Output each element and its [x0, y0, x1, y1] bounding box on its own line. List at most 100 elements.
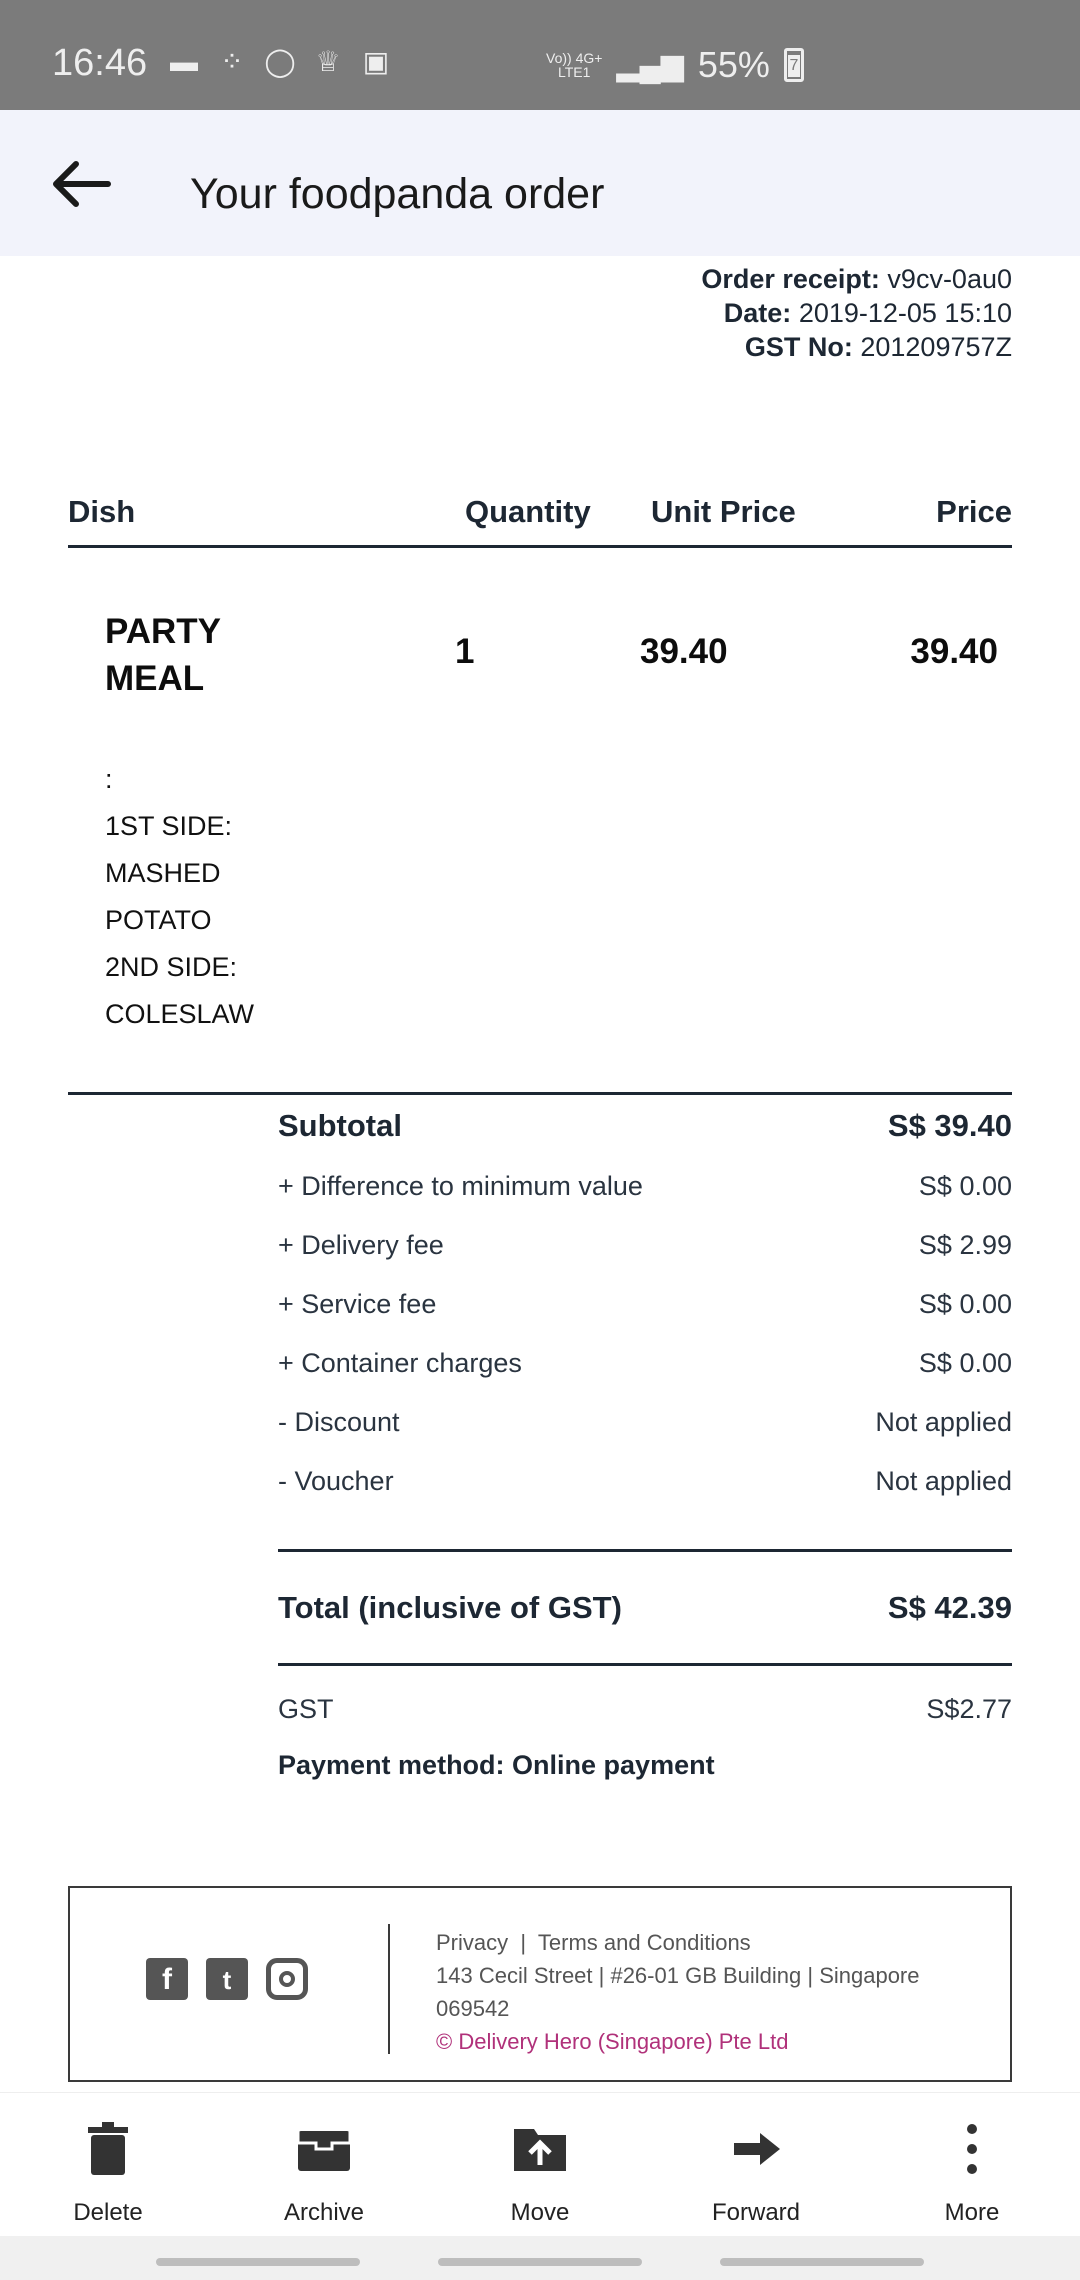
gallery-icon: ▣	[362, 46, 390, 77]
forward-button[interactable]: Forward	[648, 2093, 864, 2237]
facebook-icon[interactable]: f	[146, 1958, 188, 2000]
archive-button[interactable]: Archive	[216, 2093, 432, 2237]
nav-handle[interactable]	[156, 2258, 360, 2266]
twitter-icon[interactable]: t	[206, 1958, 248, 2000]
summary-row: + Difference to minimum value S$ 0.00	[278, 1171, 1012, 1202]
page-title: Your foodpanda order	[190, 170, 605, 218]
option-line: MASHED	[105, 858, 221, 888]
terms-link[interactable]: Terms and Conditions	[538, 1930, 751, 1955]
table-header: Dish Quantity Unit Price Price	[68, 494, 1012, 548]
app-bar: Your foodpanda order	[0, 110, 1080, 256]
gst-label: GST	[278, 1694, 334, 1724]
bottom-action-bar: Delete Archive Move Forward More	[0, 2092, 1080, 2236]
archive-icon	[296, 2131, 352, 2171]
payment-method: Payment method: Online payment	[278, 1750, 715, 1780]
status-time: 16:46	[52, 42, 148, 84]
battery-icon	[783, 48, 804, 82]
items-divider	[68, 1092, 1012, 1095]
forward-label: Forward	[711, 2199, 801, 2226]
network-label: Vo)) 4G+ LTE1	[546, 51, 602, 79]
option-line: :	[105, 764, 113, 794]
summary-label: - Voucher	[278, 1466, 394, 1496]
gst-number-label: GST No:	[744, 332, 853, 362]
footer-copyright: © Delivery Hero (Singapore) Pte Ltd	[436, 2029, 789, 2054]
order-receipt-line: Order receipt: v9cv-0au0	[701, 262, 1012, 296]
message-icon: ▬	[170, 46, 198, 77]
summary-row: + Container charges S$ 0.00	[278, 1348, 1012, 1379]
gst-number-line: GST No: 201209757Z	[701, 330, 1012, 364]
summary-label: + Difference to minimum value	[278, 1171, 643, 1201]
summary-row: + Delivery fee S$ 2.99	[278, 1230, 1012, 1261]
summary-value: Not applied	[875, 1407, 1012, 1437]
header-price: Price	[936, 494, 1012, 529]
network-top: Vo)) 4G+	[546, 50, 603, 66]
date-value: 2019-12-05 15:10	[798, 298, 1012, 328]
nav-handle[interactable]	[438, 2258, 642, 2266]
total-bottom-divider	[278, 1663, 1012, 1666]
more-label: More	[944, 2199, 1000, 2226]
privacy-link[interactable]: Privacy	[436, 1930, 508, 1955]
footer-address: 143 Cecil Street | #26-01 GB Building | …	[436, 1963, 920, 2021]
social-links: f t	[146, 1958, 308, 2000]
summary-label: + Service fee	[278, 1289, 437, 1319]
subtotal-value: S$ 39.40	[887, 1108, 1012, 1143]
summary-row: - Discount Not applied	[278, 1407, 1012, 1438]
gift-icon: ♕	[315, 46, 341, 77]
gst-number-value: 201209757Z	[860, 332, 1012, 362]
order-receipt-value: v9cv-0au0	[887, 264, 1012, 294]
forward-icon	[734, 2133, 780, 2165]
subtotal-row: Subtotal S$ 39.40	[278, 1108, 1012, 1144]
back-arrow-icon[interactable]	[50, 154, 112, 214]
delete-button[interactable]: Delete	[0, 2093, 216, 2237]
delete-label: Delete	[73, 2199, 143, 2226]
dish-quantity: 1	[455, 632, 475, 671]
total-row: Total (inclusive of GST) S$ 42.39	[278, 1590, 1012, 1626]
total-value: S$ 42.39	[887, 1590, 1012, 1625]
summary-row: - Voucher Not applied	[278, 1466, 1012, 1497]
gst-row: GST S$2.77	[278, 1694, 1012, 1725]
move-folder-icon	[514, 2129, 566, 2171]
dish-options: : 1ST SIDE: MASHED POTATO 2ND SIDE: COLE…	[105, 756, 254, 1038]
footer-text: Privacy | Terms and Conditions 143 Cecil…	[436, 1926, 976, 2058]
more-button[interactable]: More	[864, 2093, 1080, 2237]
option-line: 1ST SIDE:	[105, 811, 233, 841]
header-quantity: Quantity	[465, 494, 591, 529]
battery-percent: 55%	[697, 44, 770, 85]
move-button[interactable]: Move	[432, 2093, 648, 2237]
subtotal-label: Subtotal	[278, 1108, 402, 1143]
option-line: POTATO	[105, 905, 212, 935]
gst-value: S$2.77	[926, 1694, 1012, 1724]
summary-value: S$ 0.00	[918, 1289, 1012, 1319]
total-top-divider	[278, 1549, 1012, 1552]
summary-label: + Delivery fee	[278, 1230, 444, 1260]
summary-value: S$ 2.99	[918, 1230, 1012, 1260]
move-label: Move	[510, 2199, 570, 2226]
date-label: Date:	[723, 298, 792, 328]
dish-price: 39.40	[910, 632, 998, 671]
status-right: Vo)) 4G+ LTE1 ▂▄▆ 55%	[546, 44, 804, 86]
status-bar: 16:46 ▬ ⁘ ◯ ♕ ▣ Vo)) 4G+ LTE1 ▂▄▆ 55%	[0, 0, 1080, 110]
grid-icon: ⁘	[220, 46, 244, 77]
trash-icon	[88, 2122, 128, 2175]
summary-label: + Container charges	[278, 1348, 522, 1378]
footer-separator: |	[520, 1930, 527, 1955]
total-label: Total (inclusive of GST)	[278, 1590, 622, 1625]
summary-value: Not applied	[875, 1466, 1012, 1496]
archive-label: Archive	[283, 2199, 365, 2226]
dish-name: PARTY MEAL	[105, 612, 221, 698]
receipt-info: Order receipt: v9cv-0au0 Date: 2019-12-0…	[701, 262, 1012, 364]
signal-icon: ▂▄▆	[616, 48, 684, 82]
summary-value: S$ 0.00	[918, 1171, 1012, 1201]
summary-row: + Service fee S$ 0.00	[278, 1289, 1012, 1320]
option-line: COLESLAW	[105, 999, 255, 1029]
footer-box: f t Privacy | Terms and Conditions 143 C…	[68, 1886, 1012, 2082]
date-line: Date: 2019-12-05 15:10	[701, 296, 1012, 330]
network-bottom: LTE1	[557, 64, 591, 80]
instagram-icon[interactable]	[266, 1958, 308, 2000]
option-line: 2ND SIDE:	[105, 952, 238, 982]
whatsapp-icon: ◯	[264, 46, 296, 77]
more-vertical-icon	[967, 2124, 977, 2174]
nav-handle[interactable]	[720, 2258, 924, 2266]
order-receipt-label: Order receipt:	[701, 264, 880, 294]
header-dish: Dish	[68, 494, 136, 529]
